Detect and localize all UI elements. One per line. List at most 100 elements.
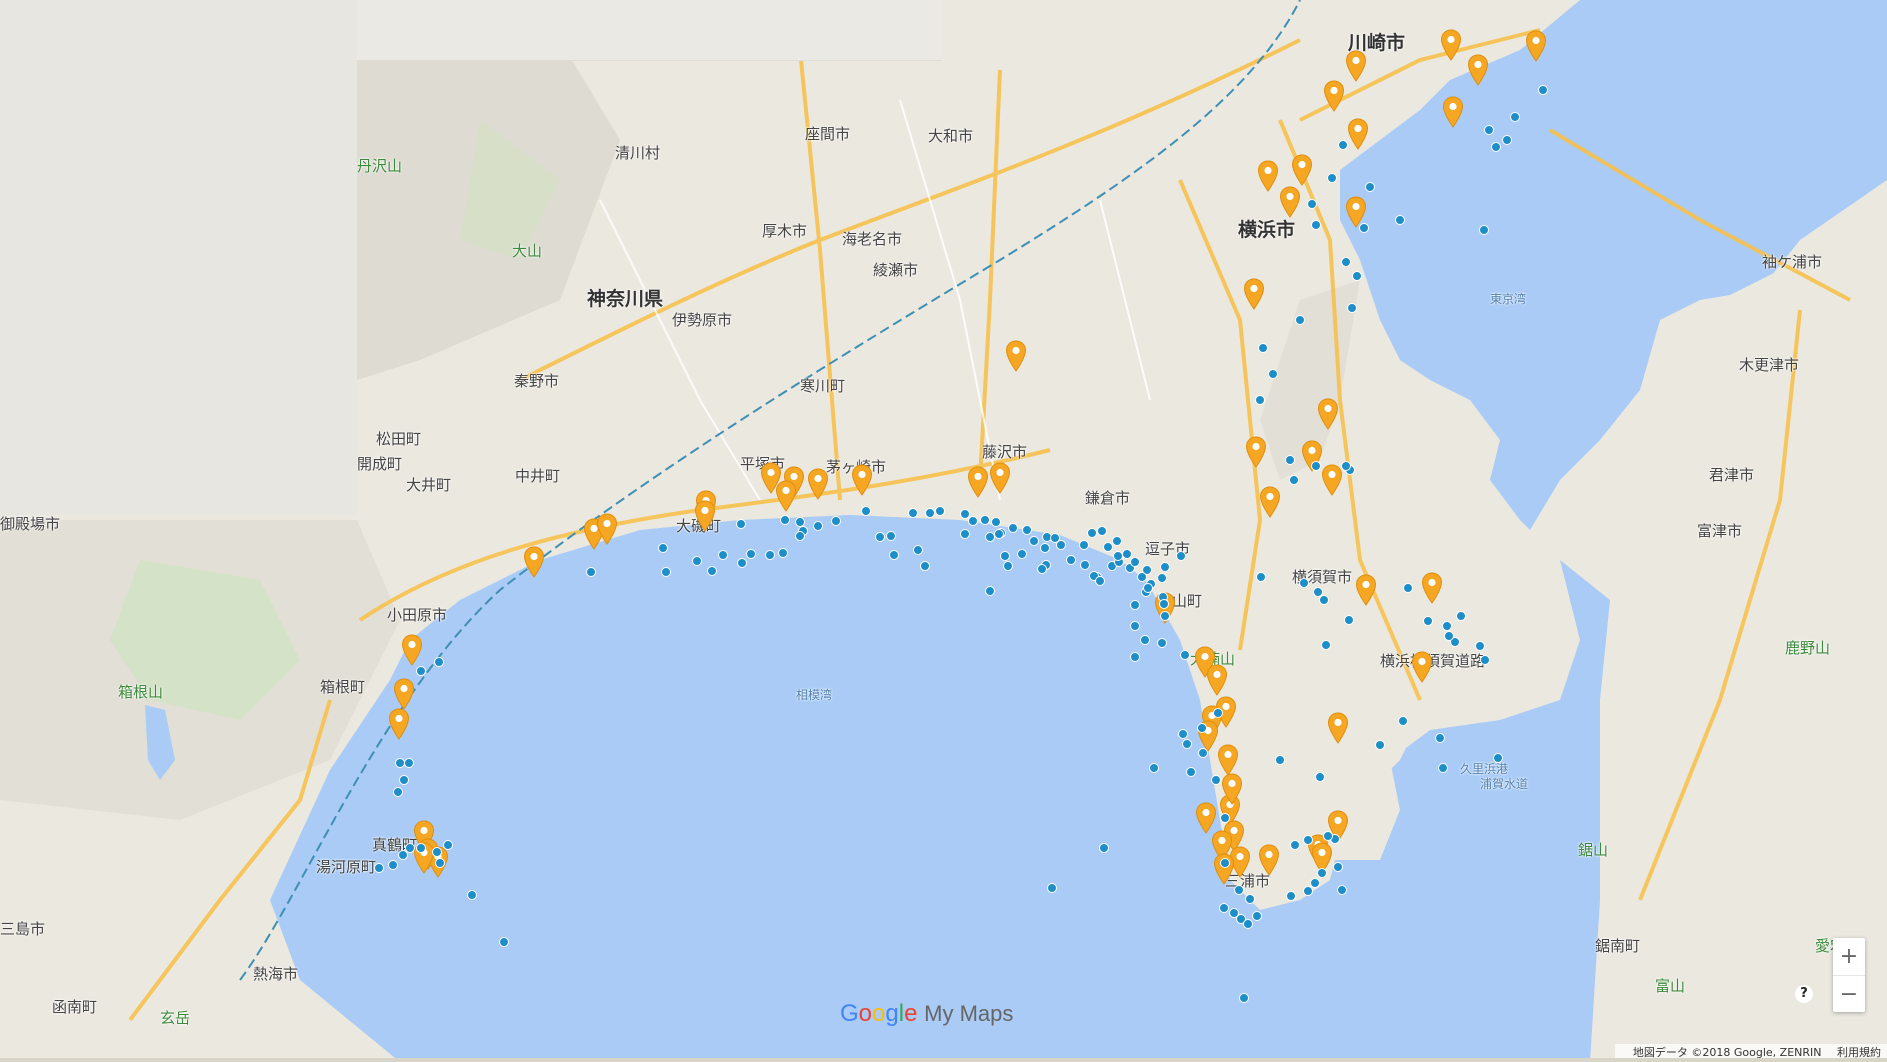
point-marker[interactable] — [1197, 723, 1207, 733]
point-marker[interactable] — [1290, 840, 1300, 850]
point-marker[interactable] — [1352, 271, 1362, 281]
point-marker[interactable] — [405, 843, 415, 853]
point-marker[interactable] — [1255, 395, 1265, 405]
point-marker[interactable] — [1219, 903, 1229, 913]
point-marker[interactable] — [1295, 315, 1305, 325]
point-marker[interactable] — [1359, 223, 1369, 233]
point-marker[interactable] — [432, 847, 442, 857]
point-marker[interactable] — [1008, 523, 1018, 533]
point-marker[interactable] — [994, 529, 1004, 539]
point-marker[interactable] — [1220, 813, 1230, 823]
point-marker[interactable] — [920, 561, 930, 571]
point-marker[interactable] — [1286, 891, 1296, 901]
point-marker[interactable] — [1234, 885, 1244, 895]
point-marker[interactable] — [1149, 763, 1159, 773]
point-marker[interactable] — [1186, 767, 1196, 777]
point-marker[interactable] — [1319, 595, 1329, 605]
point-marker[interactable] — [889, 550, 899, 560]
point-marker[interactable] — [765, 550, 775, 560]
point-marker[interactable] — [1097, 526, 1107, 536]
location-pin-icon[interactable] — [1259, 486, 1281, 518]
point-marker[interactable] — [1040, 543, 1050, 553]
point-marker[interactable] — [1299, 578, 1309, 588]
point-marker[interactable] — [1510, 112, 1520, 122]
location-pin-icon[interactable] — [1279, 186, 1301, 218]
point-marker[interactable] — [935, 506, 945, 516]
location-pin-icon[interactable] — [1323, 80, 1345, 112]
point-marker[interactable] — [1079, 540, 1089, 550]
point-marker[interactable] — [1022, 525, 1032, 535]
point-marker[interactable] — [1029, 536, 1039, 546]
point-marker[interactable] — [795, 531, 805, 541]
location-pin-icon[interactable] — [1525, 30, 1547, 62]
location-pin-icon[interactable] — [1321, 464, 1343, 496]
point-marker[interactable] — [1180, 650, 1190, 660]
point-marker[interactable] — [737, 558, 747, 568]
point-marker[interactable] — [1303, 835, 1313, 845]
point-marker[interactable] — [886, 531, 896, 541]
point-marker[interactable] — [1130, 621, 1140, 631]
location-pin-icon[interactable] — [989, 462, 1011, 494]
location-pin-icon[interactable] — [1317, 398, 1339, 430]
point-marker[interactable] — [443, 840, 453, 850]
point-marker[interactable] — [1159, 599, 1169, 609]
point-marker[interactable] — [1313, 587, 1323, 597]
point-marker[interactable] — [1502, 135, 1512, 145]
point-marker[interactable] — [1182, 739, 1192, 749]
location-pin-icon[interactable] — [1411, 651, 1433, 683]
point-marker[interactable] — [1160, 611, 1170, 621]
point-marker[interactable] — [661, 567, 671, 577]
location-pin-icon[interactable] — [1327, 712, 1349, 744]
point-marker[interactable] — [1099, 843, 1109, 853]
zoom-out-button[interactable]: − — [1833, 976, 1865, 1013]
point-marker[interactable] — [1176, 551, 1186, 561]
point-marker[interactable] — [388, 860, 398, 870]
point-marker[interactable] — [1491, 142, 1501, 152]
point-marker[interactable] — [1220, 858, 1230, 868]
point-marker[interactable] — [1321, 640, 1331, 650]
point-marker[interactable] — [399, 775, 409, 785]
point-marker[interactable] — [1258, 343, 1268, 353]
point-marker[interactable] — [1456, 611, 1466, 621]
point-marker[interactable] — [1080, 560, 1090, 570]
point-marker[interactable] — [1113, 551, 1123, 561]
point-marker[interactable] — [1289, 475, 1299, 485]
point-marker[interactable] — [1333, 862, 1343, 872]
point-marker[interactable] — [1000, 551, 1010, 561]
point-marker[interactable] — [1003, 561, 1013, 571]
location-pin-icon[interactable] — [694, 500, 716, 532]
point-marker[interactable] — [1130, 557, 1140, 567]
point-marker[interactable] — [658, 543, 668, 553]
point-marker[interactable] — [718, 550, 728, 560]
location-pin-icon[interactable] — [401, 634, 423, 666]
point-marker[interactable] — [968, 516, 978, 526]
point-marker[interactable] — [692, 556, 702, 566]
point-marker[interactable] — [416, 666, 426, 676]
point-marker[interactable] — [1365, 182, 1375, 192]
location-pin-icon[interactable] — [1442, 96, 1464, 128]
point-marker[interactable] — [1398, 716, 1408, 726]
location-pin-icon[interactable] — [851, 464, 873, 496]
point-marker[interactable] — [1323, 831, 1333, 841]
point-marker[interactable] — [1341, 461, 1351, 471]
location-pin-icon[interactable] — [1355, 574, 1377, 606]
point-marker[interactable] — [736, 519, 746, 529]
point-marker[interactable] — [875, 532, 885, 542]
location-pin-icon[interactable] — [1291, 154, 1313, 186]
point-marker[interactable] — [1239, 993, 1249, 1003]
point-marker[interactable] — [1403, 583, 1413, 593]
point-marker[interactable] — [991, 517, 1001, 527]
point-marker[interactable] — [1493, 753, 1503, 763]
point-marker[interactable] — [1310, 878, 1320, 888]
point-marker[interactable] — [1037, 564, 1047, 574]
point-marker[interactable] — [746, 549, 756, 559]
location-pin-icon[interactable] — [1467, 54, 1489, 86]
point-marker[interactable] — [1285, 455, 1295, 465]
point-marker[interactable] — [393, 787, 403, 797]
point-marker[interactable] — [586, 567, 596, 577]
point-marker[interactable] — [1245, 894, 1255, 904]
point-marker[interactable] — [1311, 220, 1321, 230]
point-marker[interactable] — [467, 890, 477, 900]
point-marker[interactable] — [1047, 883, 1057, 893]
point-marker[interactable] — [1252, 911, 1262, 921]
